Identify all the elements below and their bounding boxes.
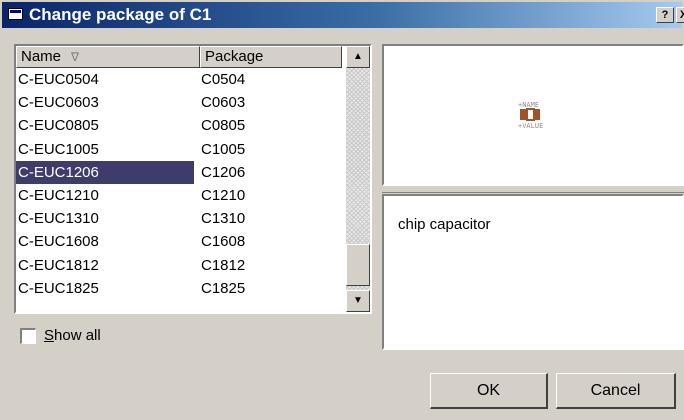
cell-name: C-EUC1005	[18, 140, 99, 158]
pad-right	[534, 109, 540, 120]
cell-package: C1206	[201, 163, 246, 181]
list-rows: C-EUC0504 C0504 C-EUC0603 C0603 C-EUC0805 C08…	[16, 68, 342, 300]
cell-name: C-EUC1812	[18, 256, 99, 274]
sort-descending-icon: ∇	[71, 50, 80, 64]
cell-package: C1310	[201, 210, 246, 228]
cell-name: C-EUC0805	[18, 117, 99, 135]
list-header: Name ∇ Package	[16, 46, 342, 68]
description-panel: chip capacitor	[382, 194, 684, 350]
preview-name-text: +NAME	[518, 101, 539, 109]
table-row[interactable]: C-EUC1005 C1005	[16, 138, 342, 161]
cell-name: C-EUC1210	[18, 186, 99, 204]
vertical-scrollbar[interactable]: ▲ ▼	[346, 46, 370, 312]
package-list[interactable]: Name ∇ Package C-EUC0504 C0504 C-EUC0603 C06…	[14, 44, 372, 314]
show-all-label-rest: how all	[54, 327, 101, 344]
table-row[interactable]: C-EUC1608 C1608	[16, 230, 342, 253]
scroll-up-button[interactable]: ▲	[346, 46, 370, 68]
pad-body	[526, 108, 535, 121]
cell-name: C-EUC1825	[18, 279, 99, 297]
package-preview: +NAME +VALUE	[382, 44, 684, 186]
title-bar[interactable]: Change package of C1 ? X	[2, 2, 684, 28]
window-title: Change package of C1	[29, 5, 212, 24]
column-header-name-label: Name	[21, 48, 62, 65]
cell-package: C1608	[201, 233, 246, 251]
preview-splitter[interactable]	[382, 186, 684, 193]
table-row[interactable]: C-EUC1812 C1812	[16, 254, 342, 277]
scroll-down-button[interactable]: ▼	[346, 290, 370, 312]
cell-package: C1812	[201, 256, 246, 274]
close-button[interactable]: X	[676, 7, 684, 23]
show-all-accel: S	[44, 327, 55, 344]
description-text: chip capacitor	[398, 216, 491, 233]
scroll-thumb[interactable]	[346, 244, 370, 286]
show-all-checkbox[interactable]	[20, 328, 36, 344]
table-row[interactable]: C-EUC1210 C1210	[16, 184, 342, 207]
cell-name: C-EUC1310	[18, 210, 99, 228]
column-header-name[interactable]: Name ∇	[16, 46, 200, 68]
change-package-dialog: Change package of C1 ? X Name ∇ Package C…	[0, 0, 684, 420]
table-row[interactable]: C-EUC0504 C0504	[16, 68, 342, 91]
preview-value-text: +VALUE	[518, 122, 543, 130]
table-row[interactable]: C-EUC1825 C1825	[16, 277, 342, 300]
table-row-selected[interactable]: C-EUC1206 C1206	[16, 160, 342, 184]
table-row[interactable]: C-EUC0805 C0805	[16, 114, 342, 137]
cell-name: C-EUC0603	[18, 94, 99, 112]
cell-package: C1825	[201, 279, 246, 297]
pad-left	[520, 109, 527, 120]
column-header-package[interactable]: Package	[200, 46, 342, 68]
cell-package: C0603	[201, 94, 246, 112]
cancel-button[interactable]: Cancel	[556, 373, 676, 409]
package-drawing: +NAME +VALUE	[518, 101, 543, 130]
cell-name: C-EUC1608	[18, 233, 99, 251]
help-button[interactable]: ?	[656, 7, 674, 23]
window-icon[interactable]	[8, 8, 23, 20]
ok-button[interactable]: OK	[430, 373, 548, 409]
cell-package: C0805	[201, 117, 246, 135]
cell-name: C-EUC0504	[18, 71, 99, 88]
cell-name: C-EUC1206	[16, 160, 194, 184]
cell-package: C1005	[201, 140, 246, 158]
table-row[interactable]: C-EUC1310 C1310	[16, 207, 342, 230]
cell-package: C1210	[201, 186, 246, 204]
show-all-label[interactable]: Show all	[44, 327, 101, 344]
table-row[interactable]: C-EUC0603 C0603	[16, 91, 342, 114]
cell-package: C0504	[201, 71, 246, 88]
